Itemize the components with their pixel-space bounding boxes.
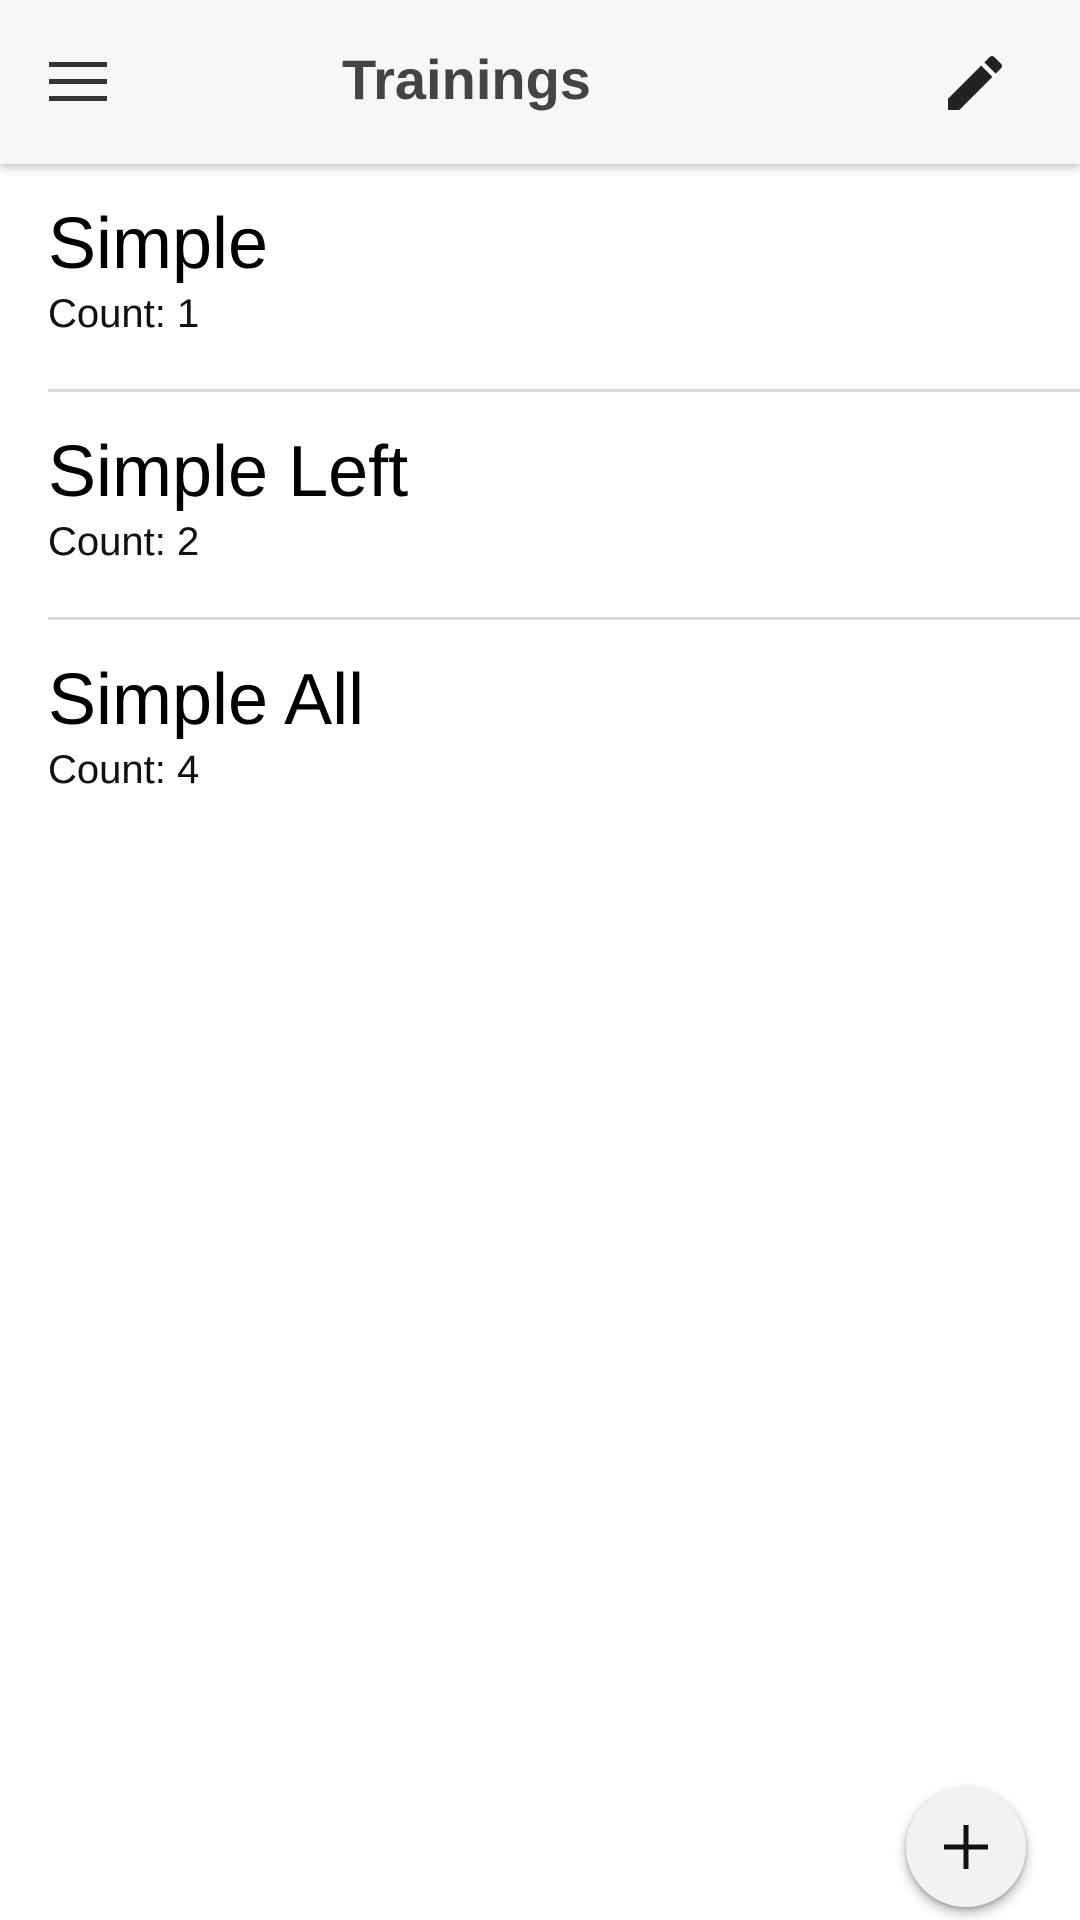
edit-button[interactable] bbox=[920, 28, 1030, 138]
pencil-icon bbox=[948, 55, 1003, 110]
plus-icon bbox=[944, 1825, 988, 1869]
training-name: Simple bbox=[48, 204, 269, 284]
page-title: Trainings bbox=[342, 48, 591, 111]
menu-button[interactable] bbox=[30, 38, 126, 126]
top-app-bar: Trainings bbox=[0, 0, 1080, 164]
add-training-button[interactable] bbox=[906, 1787, 1026, 1907]
menu-icon bbox=[49, 62, 107, 101]
training-item-simple-all[interactable]: Simple All Count: 4 bbox=[0, 620, 1080, 848]
training-name: Simple Left bbox=[48, 432, 409, 512]
training-count: Count: 4 bbox=[48, 748, 200, 792]
training-name: Simple All bbox=[48, 660, 365, 740]
training-item-simple[interactable]: Simple Count: 1 bbox=[0, 164, 1080, 392]
trainings-list: Simple Count: 1 Simple Left Count: 2 Sim… bbox=[0, 164, 1080, 848]
training-item-simple-left[interactable]: Simple Left Count: 2 bbox=[0, 392, 1080, 620]
app-screen: Trainings Simple Count: 1 Simple Left Co… bbox=[0, 0, 1080, 1920]
training-count: Count: 2 bbox=[48, 520, 200, 564]
training-count: Count: 1 bbox=[48, 292, 200, 336]
